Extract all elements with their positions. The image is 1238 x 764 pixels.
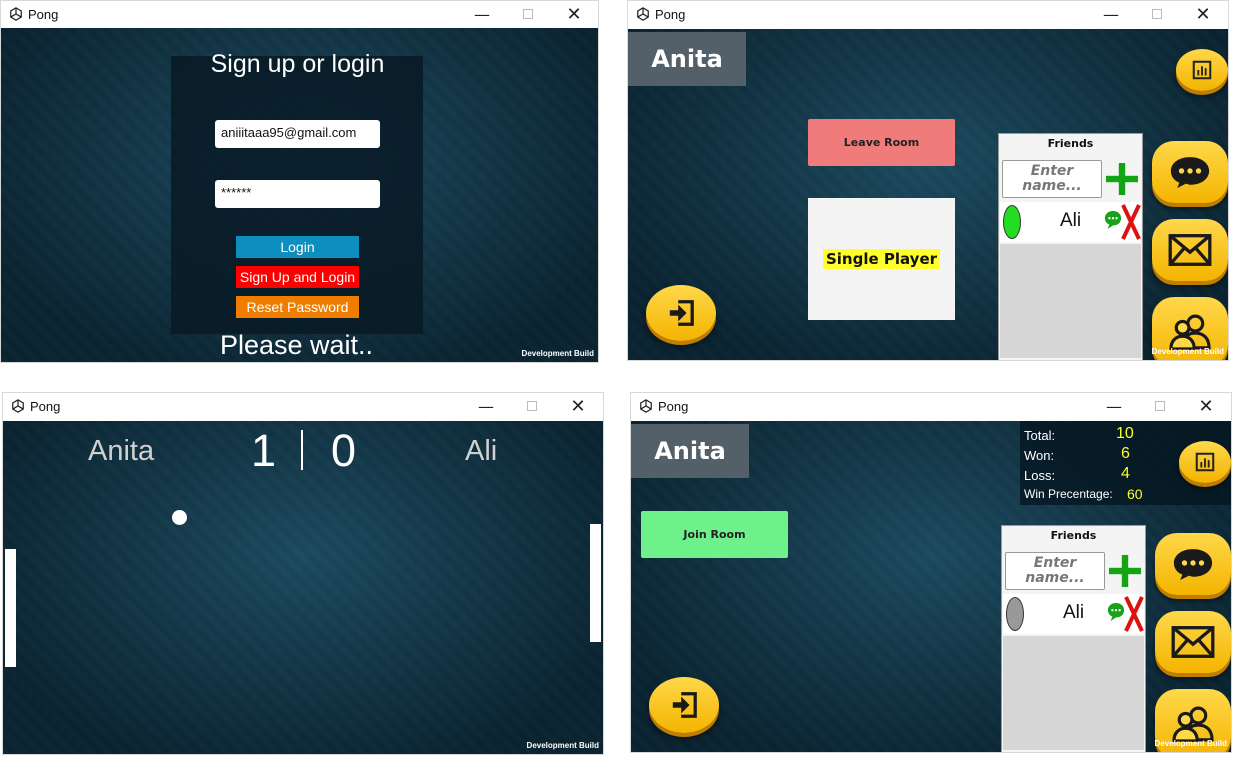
minimize-icon[interactable]: — <box>1088 1 1134 27</box>
score-divider <box>301 430 303 470</box>
status-text: Please wait.. <box>219 330 374 360</box>
dev-build-label: Development Build <box>1154 739 1227 748</box>
dev-build-label: Development Build <box>1151 347 1224 356</box>
reset-password-button[interactable]: Reset Password <box>236 296 359 318</box>
chat-button[interactable] <box>1152 141 1228 203</box>
total-label: Total: <box>1024 428 1056 443</box>
dev-build-label: Development Build <box>526 741 599 750</box>
remove-friend-icon[interactable] <box>1121 203 1141 241</box>
leaderboard-icon <box>1191 59 1213 81</box>
game-view: Anita Leave Room Single Player Friends E… <box>628 29 1228 360</box>
maximize-icon[interactable] <box>509 393 555 419</box>
friends-title: Friends <box>1050 529 1097 542</box>
friends-panel: Friends Enter name... Ali <box>1001 525 1146 752</box>
leaderboard-button[interactable] <box>1176 49 1228 91</box>
exit-button[interactable] <box>649 677 719 733</box>
login-window: Pong — ✕ Sign up or login aniiitaaa95@gm… <box>0 0 599 363</box>
total-value: 10 <box>1116 425 1134 442</box>
mail-icon <box>1168 233 1212 267</box>
unity-icon <box>639 399 653 413</box>
chat-friend-icon[interactable] <box>1107 601 1125 623</box>
leaderboard-icon <box>1194 451 1216 473</box>
mail-icon <box>1171 625 1215 659</box>
window-title: Pong <box>655 6 686 22</box>
mail-button[interactable] <box>1155 611 1231 673</box>
chat-icon <box>1168 155 1212 189</box>
loss-value: 4 <box>1121 465 1130 482</box>
game-window: Pong — ✕ Anita 1 0 Ali Development Build <box>2 392 604 755</box>
window-title: Pong <box>28 6 59 22</box>
close-icon[interactable]: ✕ <box>551 1 597 27</box>
game-view: Sign up or login aniiitaaa95@gmail.com *… <box>1 28 598 362</box>
dev-build-label: Development Build <box>521 349 594 358</box>
exit-icon <box>667 299 695 327</box>
chat-button[interactable] <box>1155 533 1231 595</box>
friend-name-input[interactable]: Enter name... <box>1005 552 1105 590</box>
unity-icon <box>636 7 650 21</box>
list-item[interactable]: Ali <box>1003 594 1144 634</box>
leaderboard-button[interactable] <box>1179 441 1231 483</box>
left-player-name: Anita <box>88 435 155 467</box>
maximize-icon[interactable] <box>1134 1 1180 27</box>
maximize-icon[interactable] <box>505 1 551 27</box>
loss-label: Loss: <box>1024 468 1056 483</box>
maximize-icon[interactable] <box>1137 393 1183 419</box>
single-player-label: Single Player <box>822 249 941 269</box>
friends-panel: Friends Enter name... Ali <box>998 133 1143 360</box>
right-score: 0 <box>331 425 357 476</box>
leave-room-button[interactable]: Leave Room <box>808 119 955 166</box>
friends-list <box>1000 244 1141 358</box>
left-paddle[interactable] <box>5 549 16 667</box>
window-title: Pong <box>658 398 689 414</box>
minimize-icon[interactable]: — <box>459 1 505 27</box>
users-icon <box>1168 314 1212 350</box>
win-percentage-label: Win Precentage: <box>1024 487 1113 501</box>
lobby-window: Pong — ✕ Anita Leave Room Single Player … <box>627 0 1229 361</box>
game-view: Anita Total: 10 Won: 6 Loss: 4 Win Prece… <box>631 421 1231 752</box>
exit-button[interactable] <box>646 285 716 341</box>
lobby-stats-window: Pong — ✕ Anita Total: 10 Won: 6 Loss: 4 … <box>630 392 1232 753</box>
won-value: 6 <box>1121 445 1130 462</box>
mail-button[interactable] <box>1152 219 1228 281</box>
exit-icon <box>670 691 698 719</box>
player-name: Anita <box>628 32 746 86</box>
chat-icon <box>1171 547 1215 581</box>
add-friend-icon[interactable] <box>1106 160 1138 198</box>
remove-friend-icon[interactable] <box>1124 595 1144 633</box>
window-title: Pong <box>30 398 61 414</box>
close-icon[interactable]: ✕ <box>555 393 601 419</box>
add-friend-icon[interactable] <box>1109 552 1141 590</box>
minimize-icon[interactable]: — <box>463 393 509 419</box>
single-player-button[interactable]: Single Player <box>808 198 955 320</box>
password-field[interactable]: ****** <box>215 180 380 208</box>
join-room-button[interactable]: Join Room <box>641 511 788 558</box>
left-score: 1 <box>251 425 277 476</box>
login-button[interactable]: Login <box>236 236 359 258</box>
friends-list <box>1003 636 1144 750</box>
unity-icon <box>11 399 25 413</box>
friends-title: Friends <box>1047 137 1094 150</box>
list-item[interactable]: Ali <box>1000 202 1141 242</box>
email-field[interactable]: aniiitaaa95@gmail.com <box>215 120 380 148</box>
users-icon <box>1171 706 1215 742</box>
right-player-name: Ali <box>465 435 498 467</box>
login-title: Sign up or login <box>210 50 385 78</box>
signup-button[interactable]: Sign Up and Login <box>236 266 359 288</box>
player-name: Anita <box>631 424 749 478</box>
close-icon[interactable]: ✕ <box>1183 393 1229 419</box>
win-percentage-value: 60 <box>1127 486 1143 502</box>
close-icon[interactable]: ✕ <box>1180 1 1226 27</box>
minimize-icon[interactable]: — <box>1091 393 1137 419</box>
right-paddle <box>590 524 601 642</box>
won-label: Won: <box>1024 448 1055 463</box>
unity-icon <box>9 7 23 21</box>
ball <box>172 510 187 525</box>
game-view: Anita 1 0 Ali Development Build <box>3 421 603 754</box>
chat-friend-icon[interactable] <box>1104 209 1122 231</box>
friend-name-input[interactable]: Enter name... <box>1002 160 1102 198</box>
